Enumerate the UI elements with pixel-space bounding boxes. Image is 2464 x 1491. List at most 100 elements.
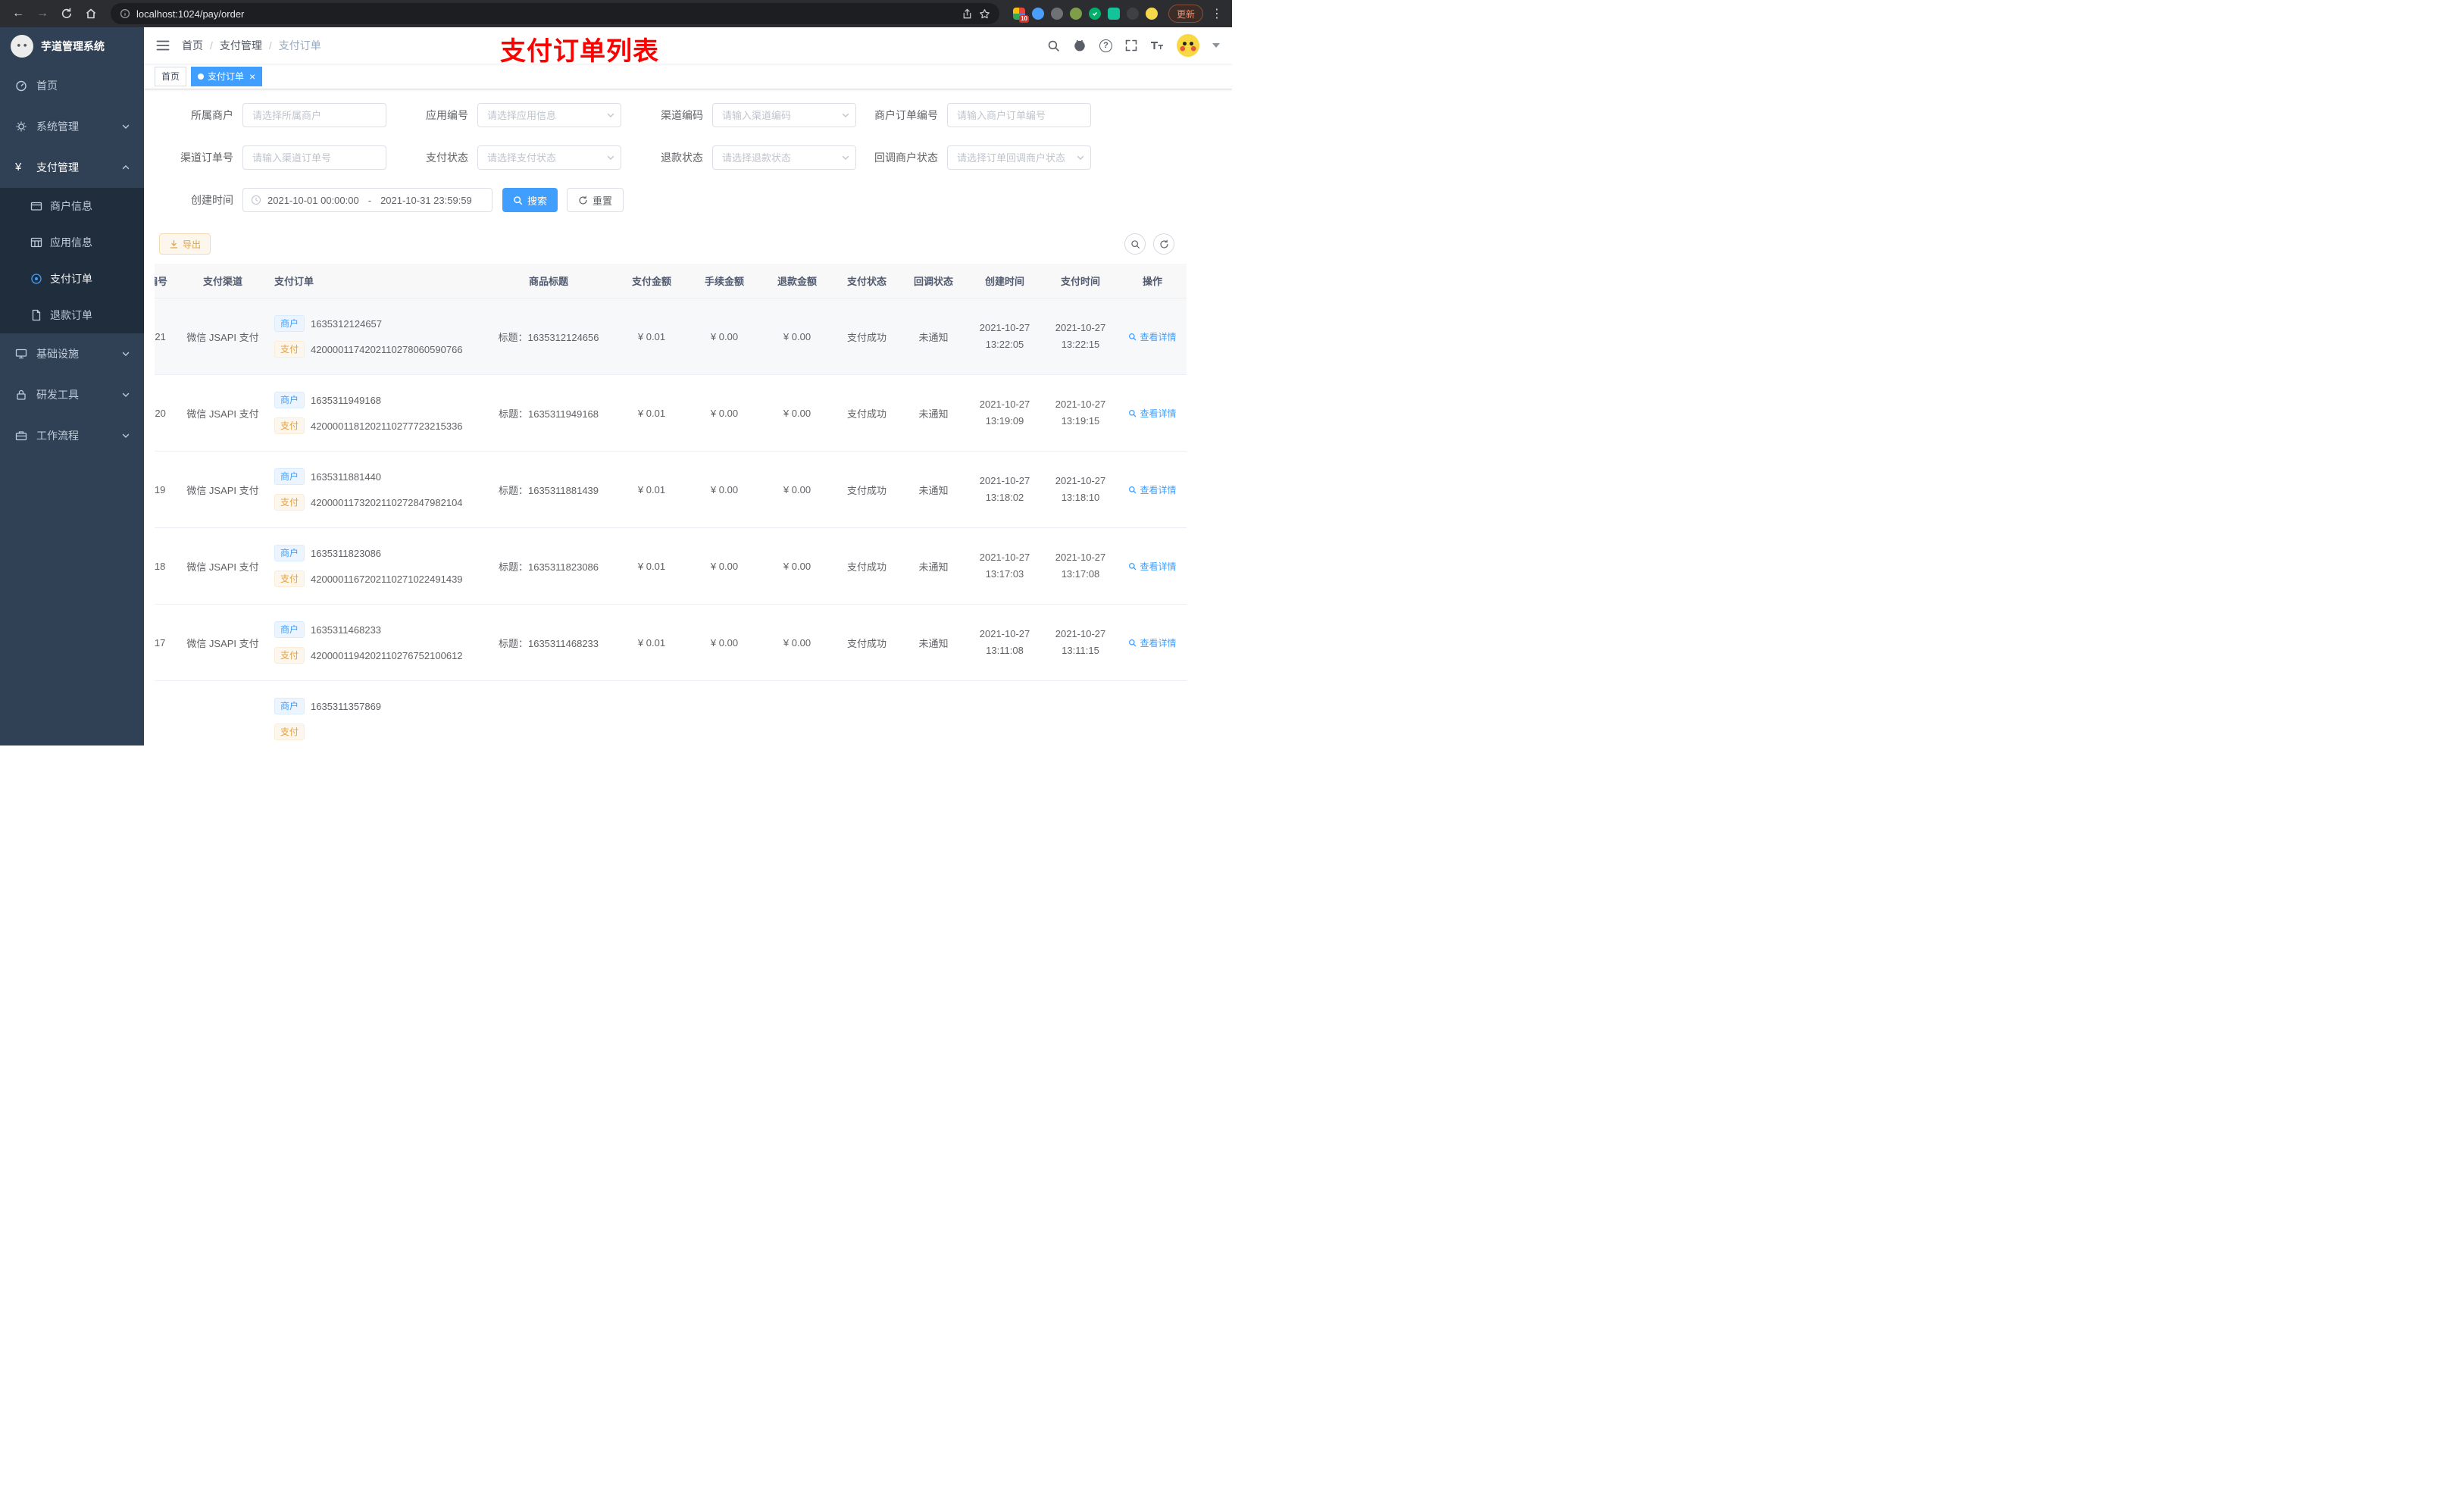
site-info-icon[interactable] xyxy=(120,8,130,19)
extension-drop-icon[interactable] xyxy=(1031,8,1044,20)
app-body: 芋道管理系统 首页 系统管理 ¥ 支付管理 商户信息 应用信息 支付订单 退款订… xyxy=(0,27,1232,746)
share-button[interactable] xyxy=(962,8,973,20)
table-row: 117 微信 JSAPI 支付 商户1635311468233 支付420000… xyxy=(155,604,1187,681)
search-icon xyxy=(1129,486,1137,493)
sidebar-item-dev-tools[interactable]: 研发工具 xyxy=(0,374,144,415)
bullseye-icon xyxy=(30,273,42,285)
home-icon xyxy=(86,8,96,19)
sidebar-item-refund-order[interactable]: 退款订单 xyxy=(0,297,144,333)
toggle-search-button[interactable] xyxy=(1124,233,1146,255)
address-bar[interactable]: localhost:1024/pay/order xyxy=(111,3,999,24)
view-detail-link[interactable]: 查看详情 xyxy=(1128,636,1177,649)
view-detail-link[interactable]: 查看详情 xyxy=(1128,483,1177,496)
col-title: 商品标题 xyxy=(482,264,615,299)
chevron-down-icon xyxy=(121,122,130,131)
browser-home-button[interactable] xyxy=(80,3,102,24)
monitor-icon xyxy=(15,348,27,360)
refund-status-select[interactable] xyxy=(712,145,856,170)
view-detail-link[interactable]: 查看详情 xyxy=(1128,560,1177,573)
sidebar-item-app-info[interactable]: 应用信息 xyxy=(0,224,144,261)
merchant-select[interactable] xyxy=(242,103,386,127)
range-start-value: 2021-10-01 00:00:00 xyxy=(267,194,359,206)
extension-puzzle-icon[interactable]: 10 xyxy=(1012,8,1029,23)
table-toolbar: 导出 xyxy=(144,230,1232,255)
document-icon xyxy=(30,309,42,321)
github-icon xyxy=(1074,39,1085,52)
sidebar-menu: 首页 系统管理 ¥ 支付管理 商户信息 应用信息 支付订单 退款订单 基础设施 … xyxy=(0,65,144,456)
col-id: 编号 xyxy=(155,264,177,299)
tab-home[interactable]: 首页 xyxy=(155,66,187,86)
orders-table-container: 编号 支付渠道 支付订单 商品标题 支付金额 手续金额 退款金额 支付状态 回调… xyxy=(155,264,1232,746)
export-button[interactable]: 导出 xyxy=(159,233,211,255)
search-icon xyxy=(1130,239,1140,248)
share-icon xyxy=(963,8,971,18)
github-button[interactable] xyxy=(1073,39,1087,52)
sidebar-item-payment[interactable]: ¥ 支付管理 xyxy=(0,147,144,188)
question-icon: ? xyxy=(1099,39,1112,52)
chevron-up-icon xyxy=(121,163,130,172)
pay-badge: 支付 xyxy=(274,570,305,587)
navbar-actions: ? xyxy=(1047,34,1220,57)
extension-check-icon[interactable] xyxy=(1088,8,1101,20)
create-time-range-picker[interactable]: 2021-10-01 00:00:00 - 2021-10-31 23:59:5… xyxy=(242,188,492,212)
merchant-badge: 商户 xyxy=(274,545,305,561)
refresh-table-button[interactable] xyxy=(1153,233,1174,255)
fullscreen-button[interactable] xyxy=(1125,39,1137,52)
sidebar-item-pay-order[interactable]: 支付订单 xyxy=(0,261,144,297)
extension-green-icon[interactable] xyxy=(1107,8,1120,20)
sidebar-collapse-button[interactable] xyxy=(156,39,170,52)
star-icon xyxy=(980,8,990,18)
forward-icon: → xyxy=(36,7,48,20)
pay-status-select[interactable] xyxy=(477,145,621,170)
breadcrumb-separator: / xyxy=(210,39,213,52)
notify-status-select[interactable] xyxy=(947,145,1091,170)
merchant-badge: 商户 xyxy=(274,621,305,638)
table-row: 121 微信 JSAPI 支付 商户1635312124657 支付420000… xyxy=(155,298,1187,375)
app-title: 芋道管理系统 xyxy=(41,40,105,52)
bookmark-button[interactable] xyxy=(979,8,990,20)
browser-update-button[interactable]: 更新 xyxy=(1168,5,1203,23)
channel-code-select[interactable] xyxy=(712,103,856,127)
filter-field-app: 应用编号 xyxy=(394,103,629,127)
app-select[interactable] xyxy=(477,103,621,127)
browser-back-button[interactable]: ← xyxy=(8,3,29,24)
channel-order-no-input[interactable] xyxy=(242,145,386,170)
sidebar-item-infra[interactable]: 基础设施 xyxy=(0,333,144,374)
header-search-button[interactable] xyxy=(1047,39,1060,52)
merchant-order-no-input[interactable] xyxy=(947,103,1091,127)
font-size-button[interactable] xyxy=(1150,39,1164,52)
sidebar-item-home[interactable]: 首页 xyxy=(0,65,144,106)
breadcrumb-home[interactable]: 首页 xyxy=(182,38,203,53)
browser-reload-button[interactable] xyxy=(56,3,77,24)
sidebar-item-workflow[interactable]: 工作流程 xyxy=(0,415,144,456)
search-icon xyxy=(1129,409,1137,417)
avatar-dropdown-caret-icon[interactable] xyxy=(1212,43,1220,48)
font-size-icon xyxy=(1151,42,1163,49)
content-area: 首页 / 支付管理 / 支付订单 支付订单列表 ? 首页 支付订单 × 所属商户… xyxy=(144,27,1232,746)
help-button[interactable]: ? xyxy=(1099,39,1112,52)
extension-olive-icon[interactable] xyxy=(1069,8,1082,20)
close-icon[interactable]: × xyxy=(249,71,255,82)
top-navbar: 首页 / 支付管理 / 支付订单 支付订单列表 ? xyxy=(144,27,1232,66)
col-fee-amount: 手续金额 xyxy=(688,264,761,299)
view-detail-link[interactable]: 查看详情 xyxy=(1128,330,1177,343)
browser-menu-button[interactable]: ⋮ xyxy=(1209,6,1224,21)
filter-field-channel-order-no: 渠道订单号 xyxy=(159,145,394,170)
profile-avatar-icon[interactable] xyxy=(1145,8,1158,20)
search-button[interactable]: 搜索 xyxy=(502,188,558,212)
extension-dark-icon[interactable] xyxy=(1126,8,1139,20)
extension-gray-icon[interactable] xyxy=(1050,8,1063,20)
user-avatar[interactable] xyxy=(1177,34,1199,57)
search-icon xyxy=(1048,40,1059,52)
pay-badge: 支付 xyxy=(274,417,305,434)
browser-forward-button[interactable]: → xyxy=(32,3,53,24)
payment-submenu: 商户信息 应用信息 支付订单 退款订单 xyxy=(0,188,144,333)
range-end-value: 2021-10-31 23:59:59 xyxy=(380,194,472,206)
view-detail-link[interactable]: 查看详情 xyxy=(1128,407,1177,420)
breadcrumb-pay-mgmt[interactable]: 支付管理 xyxy=(220,38,262,53)
sidebar-item-merchant-info[interactable]: 商户信息 xyxy=(0,188,144,224)
reset-button[interactable]: 重置 xyxy=(567,188,624,212)
orders-table: 编号 支付渠道 支付订单 商品标题 支付金额 手续金额 退款金额 支付状态 回调… xyxy=(155,264,1187,746)
sidebar-item-system[interactable]: 系统管理 xyxy=(0,106,144,147)
tab-pay-order[interactable]: 支付订单 × xyxy=(191,66,263,86)
